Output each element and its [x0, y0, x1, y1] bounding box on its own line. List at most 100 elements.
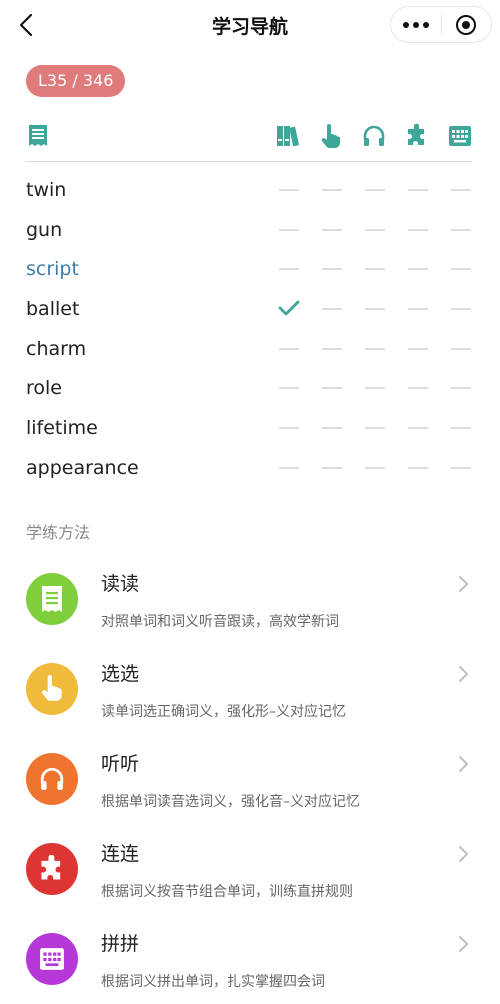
word-text: appearance — [26, 456, 139, 479]
status-dash — [408, 347, 428, 350]
method-icon-badge — [26, 933, 78, 985]
header-divider — [26, 161, 472, 162]
word-row[interactable]: role — [0, 370, 500, 410]
word-list: twin gun script ballet charm role lifeti… — [0, 172, 500, 490]
status-dash — [365, 308, 385, 311]
status-dash — [451, 347, 471, 350]
target-icon — [456, 14, 477, 35]
practice-header-row — [26, 124, 472, 152]
headphones-icon — [40, 767, 64, 790]
method-spell[interactable]: 拼拼 根据词义拼出单词，扎实掌握四会词 — [0, 933, 500, 1004]
checkmark-icon — [278, 300, 300, 316]
word-row[interactable]: appearance — [0, 450, 500, 490]
status-dash — [451, 466, 471, 469]
method-icon-badge — [26, 663, 78, 715]
method-title: 听听 — [101, 753, 140, 775]
keyboard-icon — [449, 126, 471, 146]
nav-bar: 学习导航 — [0, 0, 500, 52]
status-dash — [279, 189, 299, 191]
status-dash — [408, 308, 428, 311]
word-text: gun — [26, 218, 63, 241]
method-icon-badge — [26, 573, 78, 625]
status-dash — [408, 228, 428, 231]
word-text: role — [26, 377, 62, 400]
puzzle-icon — [41, 855, 61, 880]
word-row[interactable]: charm — [0, 331, 500, 371]
method-icon-badge — [26, 753, 78, 805]
status-dash — [279, 427, 299, 430]
method-icon-badge — [26, 843, 78, 895]
status-dash — [451, 308, 471, 311]
status-dash — [322, 228, 342, 231]
books-icon — [277, 126, 300, 147]
word-row[interactable]: script — [0, 251, 500, 291]
status-dash — [279, 268, 299, 271]
word-row[interactable]: ballet — [0, 291, 500, 331]
more-button[interactable] — [391, 7, 441, 42]
close-miniprogram-button[interactable] — [441, 7, 491, 42]
pointer-hand-icon — [42, 675, 62, 701]
status-dash — [322, 189, 342, 191]
status-dash — [365, 466, 385, 469]
headphones-icon — [363, 125, 385, 146]
method-title: 拼拼 — [101, 933, 140, 955]
word-text: charm — [26, 337, 87, 360]
status-dash — [451, 228, 471, 231]
status-dash — [322, 268, 342, 271]
word-row[interactable]: lifetime — [0, 410, 500, 450]
method-description: 对照单词和词义听音跟读，高效学新词 — [101, 614, 339, 630]
chevron-right-icon — [459, 846, 468, 862]
progress-badge: L35 / 346 — [26, 65, 126, 97]
status-dash — [279, 466, 299, 469]
status-dash — [408, 268, 428, 271]
method-description: 根据词义拼出单词，扎实掌握四会词 — [101, 974, 325, 990]
method-description: 根据词义按音节组合单词，训练直拼规则 — [101, 884, 353, 900]
method-title: 连连 — [101, 843, 140, 865]
chevron-right-icon — [459, 666, 468, 682]
status-dash — [365, 268, 385, 271]
status-dash — [365, 387, 385, 390]
status-dash — [279, 347, 299, 350]
more-dots-icon — [402, 21, 429, 28]
status-dash — [322, 308, 342, 311]
status-dash — [322, 427, 342, 430]
methods-section-label: 学练方法 — [26, 523, 91, 542]
status-dash — [451, 189, 471, 191]
book-list-icon — [29, 125, 47, 146]
method-title: 选选 — [101, 663, 140, 685]
status-dash — [408, 189, 428, 191]
method-read[interactable]: 读读 对照单词和词义听音跟读，高效学新词 — [0, 573, 500, 663]
word-text: lifetime — [26, 417, 98, 440]
status-dash — [451, 387, 471, 390]
status-dash — [365, 228, 385, 231]
status-dash — [279, 387, 299, 390]
puzzle-icon — [408, 124, 424, 145]
word-text: twin — [26, 179, 67, 201]
method-title: 读读 — [101, 573, 140, 595]
word-row[interactable]: twin — [0, 172, 500, 212]
chevron-right-icon — [459, 756, 468, 772]
word-row[interactable]: gun — [0, 212, 500, 252]
status-dash — [279, 228, 299, 231]
word-text-current: script — [26, 258, 79, 281]
method-listen[interactable]: 听听 根据单词读音选词义，强化音–义对应记忆 — [0, 753, 500, 843]
keyboard-icon — [40, 948, 64, 970]
status-dash — [322, 347, 342, 350]
status-dash — [322, 387, 342, 390]
method-description: 根据单词读音选词义，强化音–义对应记忆 — [101, 794, 360, 810]
status-dash — [322, 466, 342, 469]
status-dash — [451, 427, 471, 430]
status-dash — [408, 387, 428, 390]
status-dash — [408, 466, 428, 469]
status-dash — [365, 189, 385, 191]
status-dash — [451, 268, 471, 271]
status-dash — [365, 427, 385, 430]
chevron-right-icon — [459, 936, 468, 952]
method-choose[interactable]: 选选 读单词选正确词义，强化形–义对应记忆 — [0, 663, 500, 753]
status-dash — [365, 347, 385, 350]
method-connect[interactable]: 连连 根据词义按音节组合单词，训练直拼规则 — [0, 843, 500, 933]
method-description: 读单词选正确词义，强化形–义对应记忆 — [101, 704, 346, 720]
word-text: ballet — [26, 298, 80, 321]
document-icon — [42, 586, 62, 612]
status-dash — [408, 427, 428, 430]
